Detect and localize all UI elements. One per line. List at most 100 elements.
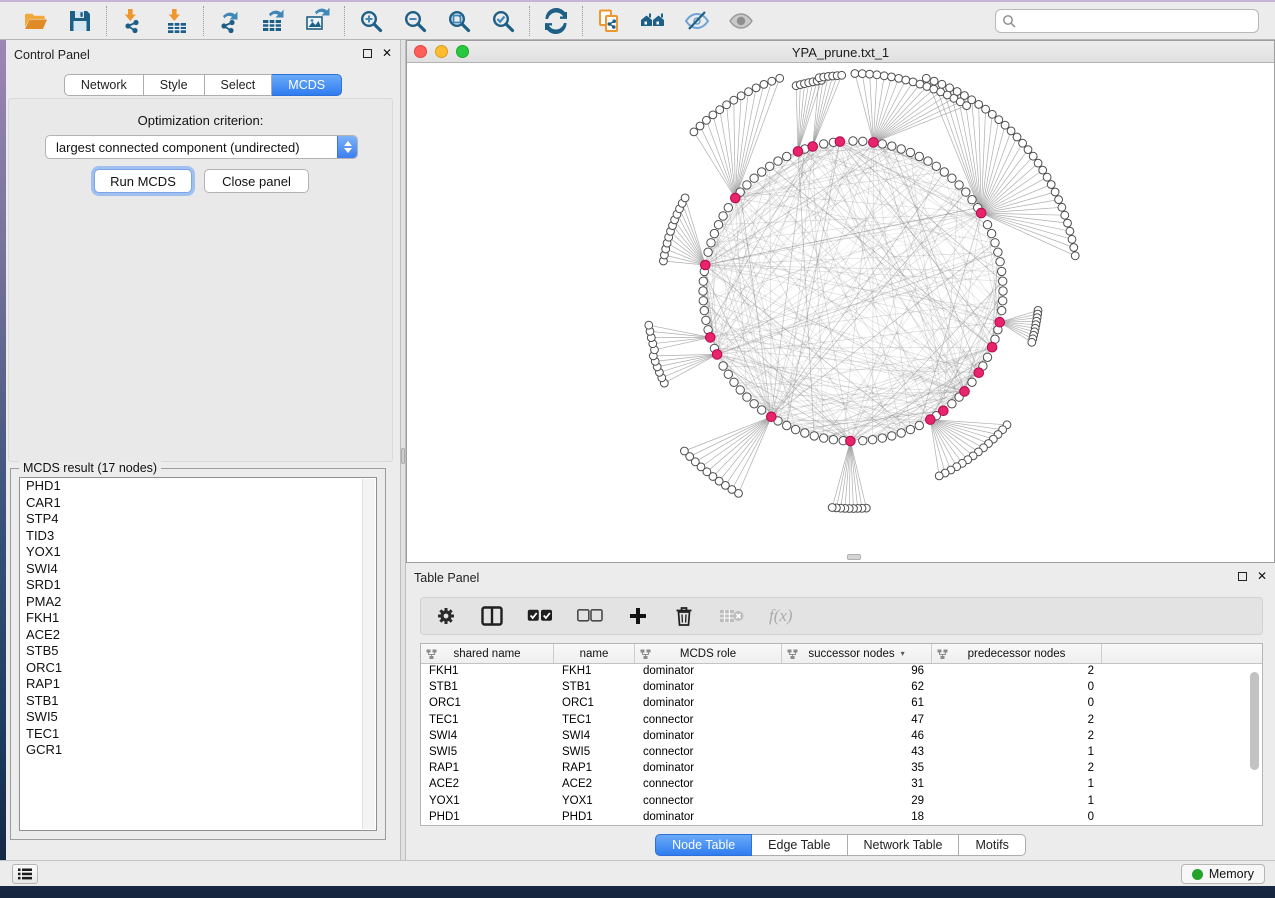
table-row[interactable]: FKH1FKH1dominator962 [421,664,1262,680]
tab-mcds[interactable]: MCDS [272,74,342,96]
criterion-dropdown[interactable]: largest connected component (undirected) [45,135,358,159]
table-row[interactable]: TEC1TEC1connector472 [421,713,1262,729]
cell-name: SWI4 [554,729,635,745]
zoom-out-icon[interactable] [401,7,429,35]
cell-successor-nodes: 18 [782,810,932,826]
result-node-item[interactable]: YOX1 [20,544,376,561]
table-scrollbar-thumb[interactable] [1250,672,1259,770]
table-row[interactable]: PHD1PHD1dominator180 [421,810,1262,826]
table-row[interactable]: YOX1YOX1connector291 [421,794,1262,810]
table-header-row: shared namenameMCDS rolesuccessor nodes▾… [421,644,1262,664]
table-panel-title: Table Panel [414,571,479,585]
search-input[interactable] [995,9,1259,33]
run-mcds-button[interactable]: Run MCDS [94,169,192,193]
result-node-item[interactable]: STB1 [20,693,376,710]
result-node-item[interactable]: ACE2 [20,627,376,644]
mcds-result-group: MCDS result (17 nodes) PHD1CAR1STP4TID3Y… [10,468,386,840]
result-node-item[interactable]: TID3 [20,528,376,545]
table-scrollbar[interactable] [1250,672,1259,802]
select-all-rows-icon[interactable] [527,604,553,628]
tab-network-table[interactable]: Network Table [848,834,960,856]
main-toolbar [0,2,1275,40]
result-node-item[interactable]: STB5 [20,643,376,660]
close-table-panel-icon[interactable]: ✕ [1257,571,1267,581]
cell-MCDS-role: connector [635,777,782,793]
table-row[interactable]: RAP1RAP1dominator352 [421,761,1262,777]
close-panel-button[interactable]: Close panel [204,169,309,193]
cell-successor-nodes: 47 [782,713,932,729]
hide-selected-icon[interactable] [683,7,711,35]
result-node-item[interactable]: SWI4 [20,561,376,578]
criterion-value: largest connected component (undirected) [46,140,337,155]
memory-status-icon [1192,869,1203,880]
zoom-selected-icon[interactable] [489,7,517,35]
cell-MCDS-role: connector [635,745,782,761]
tab-motifs[interactable]: Motifs [959,834,1025,856]
result-node-item[interactable]: ORC1 [20,660,376,677]
table-row[interactable]: ORC1ORC1dominator610 [421,696,1262,712]
zoom-fit-icon[interactable] [445,7,473,35]
result-node-item[interactable]: CAR1 [20,495,376,512]
network-canvas[interactable] [407,63,1274,562]
desktop-wallpaper-strip [0,40,6,860]
control-panel: Control Panel ✕ NetworkStyleSelectMCDS O… [6,40,400,860]
cell-MCDS-role: dominator [635,664,782,680]
result-node-item[interactable]: TEC1 [20,726,376,743]
show-hidden-icon[interactable] [727,7,755,35]
column-header-shared-name[interactable]: shared name [421,644,554,663]
cell-name: TEC1 [554,713,635,729]
column-header-MCDS-role[interactable]: MCDS role [635,644,782,663]
result-list-scrollbar[interactable] [362,479,375,829]
memory-button[interactable]: Memory [1181,864,1265,884]
float-table-panel-icon[interactable] [1238,572,1247,581]
tab-edge-table[interactable]: Edge Table [752,834,847,856]
tab-style[interactable]: Style [144,74,205,96]
deselect-all-rows-icon[interactable] [577,604,603,628]
cell-name: PHD1 [554,810,635,826]
table-settings-icon[interactable] [435,604,457,628]
tab-network[interactable]: Network [64,74,144,96]
table-row[interactable]: SWI5SWI5connector431 [421,745,1262,761]
zoom-in-icon[interactable] [357,7,385,35]
column-layout-icon[interactable] [481,604,503,628]
cell-successor-nodes: 96 [782,664,932,680]
task-history-button[interactable] [12,864,38,884]
column-header-predecessor-nodes[interactable]: predecessor nodes [932,644,1102,663]
refresh-view-icon[interactable] [542,7,570,35]
table-row[interactable]: ACE2ACE2connector311 [421,777,1262,793]
cell-shared-name: TEC1 [421,713,554,729]
column-header-name[interactable]: name [554,644,635,663]
table-row[interactable]: STB1STB1dominator620 [421,680,1262,696]
export-network-icon[interactable] [216,7,244,35]
cell-MCDS-role: connector [635,794,782,810]
show-neighbors-icon[interactable] [639,7,667,35]
tab-select[interactable]: Select [205,74,273,96]
delete-row-icon[interactable] [673,604,695,628]
result-node-item[interactable]: STP4 [20,511,376,528]
mcds-result-list[interactable]: PHD1CAR1STP4TID3YOX1SWI4SRD1PMA2FKH1ACE2… [19,477,377,831]
close-panel-icon[interactable]: ✕ [382,48,392,58]
horizontal-splitter-handle[interactable] [847,554,861,560]
add-row-icon[interactable] [627,604,649,628]
result-node-item[interactable]: PHD1 [20,478,376,495]
result-node-item[interactable]: SRD1 [20,577,376,594]
result-node-item[interactable]: PMA2 [20,594,376,611]
mcds-result-title: MCDS result (17 nodes) [19,461,161,475]
export-table-icon[interactable] [260,7,288,35]
tab-node-table[interactable]: Node Table [655,834,752,856]
result-node-item[interactable]: GCR1 [20,742,376,759]
float-panel-icon[interactable] [363,49,372,58]
save-session-icon[interactable] [66,7,94,35]
table-row[interactable]: SWI4SWI4dominator462 [421,729,1262,745]
clone-network-icon[interactable] [595,7,623,35]
result-node-item[interactable]: RAP1 [20,676,376,693]
column-header-successor-nodes[interactable]: successor nodes▾ [782,644,932,663]
result-node-item[interactable]: SWI5 [20,709,376,726]
import-table-icon[interactable] [163,7,191,35]
network-window: YPA_prune.txt_1 [406,40,1275,563]
open-file-icon[interactable] [22,7,50,35]
result-node-item[interactable]: FKH1 [20,610,376,627]
vertical-splitter-handle[interactable] [401,448,405,464]
export-image-icon[interactable] [304,7,332,35]
import-network-icon[interactable] [119,7,147,35]
